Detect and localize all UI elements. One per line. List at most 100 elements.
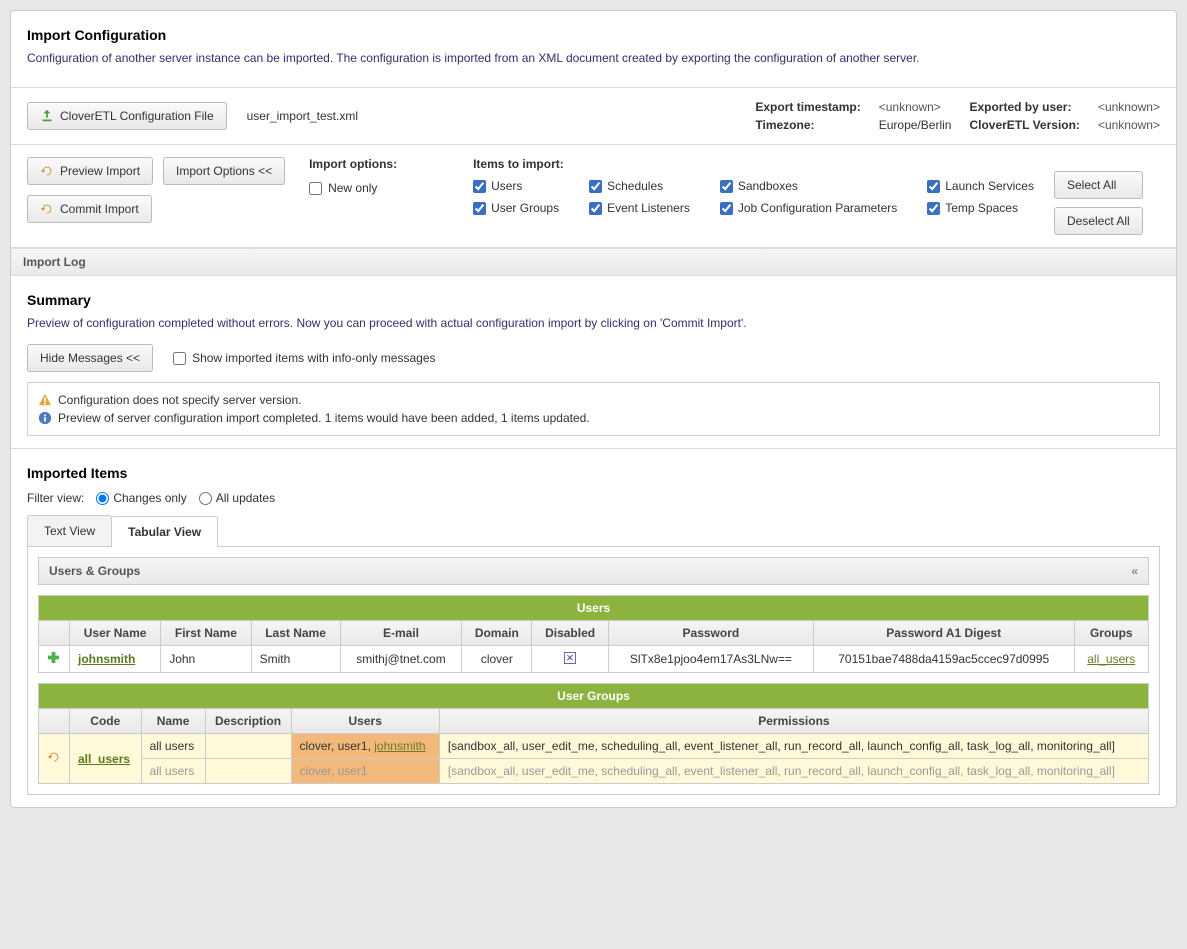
- upload-config-button[interactable]: CloverETL Configuration File: [27, 102, 227, 130]
- item-launch-label: Launch Services: [945, 179, 1034, 193]
- changed-icon-cell: [39, 734, 70, 784]
- cell-desc-old: [205, 759, 291, 784]
- item-usergroups-checkbox[interactable]: [473, 202, 486, 215]
- cell-users-old: clover, user1: [291, 759, 439, 784]
- timezone-label: Timezone:: [755, 118, 860, 132]
- filter-label: Filter view:: [27, 491, 84, 505]
- file-section: CloverETL Configuration File user_import…: [11, 88, 1176, 145]
- filter-all-radio[interactable]: [199, 492, 212, 505]
- import-options-button[interactable]: Import Options <<: [163, 157, 285, 185]
- options-section: Preview Import Import Options << Commit …: [11, 145, 1176, 248]
- col-password: Password: [608, 621, 813, 646]
- col-username: User Name: [70, 621, 161, 646]
- cell-desc-new: [205, 734, 291, 759]
- info-msg: Preview of server configuration import c…: [58, 411, 590, 425]
- collapse-icon[interactable]: «: [1131, 564, 1138, 578]
- cell-name-old: all users: [141, 759, 205, 784]
- col-domain: Domain: [462, 621, 532, 646]
- gcol-code: Code: [70, 709, 142, 734]
- tab-text-view[interactable]: Text View: [27, 515, 112, 546]
- commit-import-label: Commit Import: [60, 202, 139, 216]
- commit-import-button[interactable]: Commit Import: [27, 195, 152, 223]
- cell-perms-new: [sandbox_all, user_edit_me, scheduling_a…: [439, 734, 1148, 759]
- col-groups: Groups: [1074, 621, 1148, 646]
- hide-messages-button[interactable]: Hide Messages <<: [27, 344, 153, 372]
- timezone: Europe/Berlin: [879, 118, 952, 132]
- messages-box: Configuration does not specify server ve…: [27, 382, 1160, 436]
- item-users-checkbox[interactable]: [473, 180, 486, 193]
- item-sandboxes-label: Sandboxes: [738, 179, 798, 193]
- item-schedules-label: Schedules: [607, 179, 663, 193]
- preview-import-button[interactable]: Preview Import: [27, 157, 153, 185]
- new-only-checkbox[interactable]: [309, 182, 322, 195]
- export-ts: <unknown>: [879, 100, 952, 114]
- gcol-users: Users: [291, 709, 439, 734]
- import-config-panel: Import Configuration Configuration of an…: [10, 10, 1177, 808]
- items-to-import-block: Items to import: Users Schedules Sandbox…: [473, 157, 1160, 235]
- filename: user_import_test.xml: [247, 109, 358, 123]
- cell-disabled: [532, 646, 609, 673]
- cell-password: SlTx8e1pjoo4em17As3LNw==: [608, 646, 813, 673]
- filter-changes-radio[interactable]: [96, 492, 109, 505]
- gcol-action: [39, 709, 70, 734]
- filter-changes-label: Changes only: [113, 491, 186, 505]
- summary-desc: Preview of configuration completed witho…: [27, 316, 1160, 330]
- disabled-check-icon: [564, 652, 576, 664]
- groups-table-title: User Groups: [39, 684, 1149, 709]
- page-desc: Configuration of another server instance…: [27, 51, 1160, 65]
- col-lastname: Last Name: [251, 621, 340, 646]
- table-row: all users clover, user1 [sandbox_all, us…: [39, 759, 1149, 784]
- tab-tabular-view[interactable]: Tabular View: [111, 516, 218, 547]
- item-eventlisteners-label: Event Listeners: [607, 201, 690, 215]
- preview-import-label: Preview Import: [60, 164, 140, 178]
- item-sandboxes-checkbox[interactable]: [720, 180, 733, 193]
- warning-icon: [38, 393, 52, 407]
- tabular-view-panel: Users & Groups « Users User Name First N…: [27, 547, 1160, 795]
- cell-perms-old: [sandbox_all, user_edit_me, scheduling_a…: [439, 759, 1148, 784]
- item-jobconfig-checkbox[interactable]: [720, 202, 733, 215]
- item-tempspaces-checkbox[interactable]: [927, 202, 940, 215]
- refresh-icon: [40, 164, 54, 178]
- cell-name-new: all users: [141, 734, 205, 759]
- table-row: johnsmith John Smith smithj@tnet.com clo…: [39, 646, 1149, 673]
- show-info-only-checkbox[interactable]: [173, 352, 186, 365]
- groups-link[interactable]: all_users: [1087, 652, 1135, 666]
- col-action: [39, 621, 70, 646]
- item-schedules-checkbox[interactable]: [589, 180, 602, 193]
- warn-msg: Configuration does not specify server ve…: [58, 393, 301, 407]
- show-info-only-label: Show imported items with info-only messa…: [192, 351, 435, 365]
- sync-icon: [47, 750, 61, 764]
- version-label: CloverETL Version:: [969, 118, 1079, 132]
- hide-messages-label: Hide Messages <<: [40, 351, 140, 365]
- user-groups-table: User Groups Code Name Description Users …: [38, 683, 1149, 784]
- table-row: all_users all users clover, user1, johns…: [39, 734, 1149, 759]
- tab-tabular-label: Tabular View: [128, 525, 201, 539]
- item-users-label: Users: [491, 179, 522, 193]
- view-tabs: Text View Tabular View: [27, 515, 1160, 547]
- select-all-button[interactable]: Select All: [1054, 171, 1143, 199]
- new-only-label: New only: [328, 181, 377, 195]
- col-firstname: First Name: [161, 621, 251, 646]
- user-link[interactable]: johnsmith: [78, 652, 135, 666]
- items-header: Items to import:: [473, 157, 564, 171]
- refresh-icon: [40, 202, 54, 216]
- deselect-all-button[interactable]: Deselect All: [1054, 207, 1143, 235]
- cell-email: smithj@tnet.com: [340, 646, 462, 673]
- users-groups-header: Users & Groups «: [38, 557, 1149, 585]
- cell-first: John: [161, 646, 251, 673]
- group-link[interactable]: all_users: [78, 752, 130, 766]
- add-icon-cell: [39, 646, 70, 673]
- cell-last: Smith: [251, 646, 340, 673]
- item-eventlisteners-checkbox[interactable]: [589, 202, 602, 215]
- gcol-desc: Description: [205, 709, 291, 734]
- imported-title: Imported Items: [27, 465, 1160, 481]
- filter-all-label: All updates: [216, 491, 275, 505]
- user-link-inline[interactable]: johnsmith: [374, 739, 425, 753]
- users-table-title: Users: [39, 596, 1149, 621]
- users-groups-title: Users & Groups: [49, 564, 140, 578]
- item-launch-checkbox[interactable]: [927, 180, 940, 193]
- import-options-header: Import options:: [309, 157, 397, 171]
- gcol-name: Name: [141, 709, 205, 734]
- import-options-label: Import Options <<: [176, 164, 272, 178]
- version: <unknown>: [1098, 118, 1160, 132]
